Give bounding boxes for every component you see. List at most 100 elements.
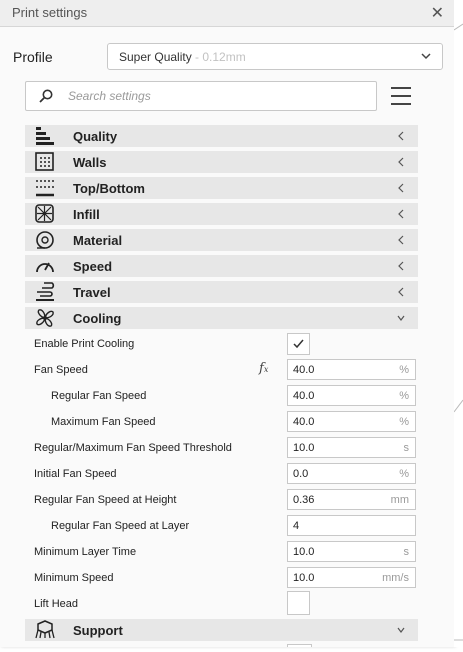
category-label: Cooling bbox=[73, 311, 122, 326]
category-infill[interactable]: Infill bbox=[25, 203, 418, 225]
cooling-icon bbox=[36, 309, 54, 327]
minimum-speed-input[interactable]: 10.0 mm/s bbox=[287, 567, 416, 588]
setting-label: Lift Head bbox=[34, 598, 79, 610]
setting-minimum-layer-time: Minimum Layer Time 10.0 s bbox=[25, 541, 418, 563]
setting-maximum-fan-speed: Maximum Fan Speed 40.0 % bbox=[25, 411, 418, 433]
category-speed[interactable]: Speed bbox=[25, 255, 418, 277]
category-travel[interactable]: Travel bbox=[25, 281, 418, 303]
field-unit: % bbox=[399, 416, 409, 428]
initial-fan-speed-input[interactable]: 0.0 % bbox=[287, 463, 416, 484]
field-value: 10.0 bbox=[293, 546, 315, 558]
field-value: 10.0 bbox=[293, 572, 315, 584]
category-label: Material bbox=[73, 233, 123, 248]
category-walls[interactable]: Walls bbox=[25, 151, 418, 173]
setting-fan-speed-at-layer: Regular Fan Speed at Layer 4 bbox=[25, 515, 418, 537]
search-input[interactable] bbox=[66, 85, 370, 107]
chevron-left-icon bbox=[398, 209, 404, 219]
category-label: Speed bbox=[73, 259, 113, 274]
setting-regular-fan-speed: Regular Fan Speed 40.0 % bbox=[25, 385, 418, 407]
setting-label: Fan Speed bbox=[34, 364, 88, 376]
fan-speed-input[interactable]: 40.0 % bbox=[287, 359, 416, 380]
field-value: 10.0 bbox=[293, 442, 315, 454]
maximum-fan-speed-input[interactable]: 40.0 % bbox=[287, 411, 416, 432]
profile-value: Super Quality - 0.12mm bbox=[119, 50, 246, 64]
setting-label: Initial Fan Speed bbox=[34, 468, 117, 480]
chevron-down-icon bbox=[397, 315, 405, 321]
setting-label: Regular Fan Speed at Layer bbox=[51, 520, 190, 532]
search-icon bbox=[39, 89, 53, 103]
settings-menu-icon[interactable] bbox=[388, 85, 414, 107]
category-label: Support bbox=[73, 623, 123, 638]
setting-label: Regular Fan Speed bbox=[51, 390, 147, 402]
lift-head-checkbox[interactable] bbox=[287, 591, 310, 615]
enable-print-cooling-checkbox[interactable] bbox=[287, 333, 310, 355]
category-quality[interactable]: Quality bbox=[25, 125, 418, 147]
chevron-left-icon bbox=[398, 131, 404, 141]
category-cooling[interactable]: Cooling bbox=[25, 307, 418, 329]
window-title: Print settings bbox=[12, 5, 88, 20]
chevron-down-icon bbox=[397, 627, 405, 633]
field-value: 40.0 bbox=[293, 416, 315, 428]
setting-label: Regular/Maximum Fan Speed Threshold bbox=[34, 442, 232, 454]
field-value: 40.0 bbox=[293, 390, 315, 402]
category-label: Walls bbox=[73, 155, 107, 170]
category-label: Top/Bottom bbox=[73, 181, 145, 196]
field-value: 0.36 bbox=[293, 494, 315, 506]
field-value: 40.0 bbox=[293, 364, 315, 376]
minimum-layer-time-input[interactable]: 10.0 s bbox=[287, 541, 416, 562]
setting-label: Maximum Fan Speed bbox=[51, 416, 156, 428]
category-label: Quality bbox=[73, 129, 118, 144]
chevron-down-icon bbox=[421, 53, 431, 60]
profile-label: Profile bbox=[13, 49, 53, 65]
material-icon bbox=[36, 231, 54, 249]
category-support[interactable]: Support bbox=[25, 619, 418, 641]
setting-label: Minimum Layer Time bbox=[34, 546, 137, 558]
print-settings-panel: Print settings ✕ Profile Super Quality -… bbox=[0, 0, 455, 647]
search-field[interactable] bbox=[25, 81, 377, 111]
support-icon bbox=[35, 620, 55, 639]
chevron-left-icon bbox=[398, 183, 404, 193]
setting-enable-print-cooling: Enable Print Cooling bbox=[25, 333, 418, 355]
category-top-bottom[interactable]: Top/Bottom bbox=[25, 177, 418, 199]
chevron-left-icon bbox=[398, 157, 404, 167]
setting-fan-speed: Fan Speed fx 40.0 % bbox=[25, 359, 418, 381]
fan-speed-threshold-input[interactable]: 10.0 s bbox=[287, 437, 416, 458]
field-value: 0.0 bbox=[293, 468, 309, 480]
setting-lift-head: Lift Head bbox=[25, 591, 418, 615]
field-unit: mm/s bbox=[382, 572, 409, 584]
function-icon[interactable]: fx bbox=[259, 361, 268, 376]
close-icon[interactable]: ✕ bbox=[431, 3, 444, 23]
field-value: 4 bbox=[293, 520, 300, 532]
category-label: Travel bbox=[73, 285, 111, 300]
regular-fan-speed-input[interactable]: 40.0 % bbox=[287, 385, 416, 406]
field-unit: % bbox=[399, 390, 409, 402]
setting-label: Regular Fan Speed at Height bbox=[34, 494, 177, 506]
setting-fan-speed-at-height: Regular Fan Speed at Height 0.36 mm bbox=[25, 489, 418, 511]
setting-minimum-speed: Minimum Speed 10.0 mm/s bbox=[25, 567, 418, 589]
profile-dropdown[interactable]: Super Quality - 0.12mm bbox=[107, 43, 443, 70]
walls-icon bbox=[35, 152, 54, 171]
setting-fan-speed-threshold: Regular/Maximum Fan Speed Threshold 10.0… bbox=[25, 437, 418, 459]
background-grid bbox=[453, 23, 463, 641]
setting-initial-fan-speed: Initial Fan Speed 0.0 % bbox=[25, 463, 418, 485]
field-unit: % bbox=[399, 468, 409, 480]
setting-label: Enable Print Cooling bbox=[34, 338, 135, 350]
fan-speed-at-height-input[interactable]: 0.36 mm bbox=[287, 489, 416, 510]
viewport-edge bbox=[453, 0, 463, 647]
quality-icon bbox=[36, 127, 54, 145]
speed-icon bbox=[36, 262, 54, 273]
travel-icon bbox=[36, 282, 55, 301]
infill-icon bbox=[35, 204, 54, 223]
title-bar: Print settings ✕ bbox=[0, 0, 454, 27]
top-bottom-icon bbox=[36, 180, 54, 197]
category-label: Infill bbox=[73, 207, 100, 222]
checkmark-icon bbox=[293, 339, 304, 349]
fan-speed-at-layer-input[interactable]: 4 bbox=[287, 515, 416, 536]
field-unit: s bbox=[403, 546, 410, 558]
field-unit: mm bbox=[390, 494, 409, 506]
chevron-left-icon bbox=[398, 235, 404, 245]
chevron-left-icon bbox=[398, 287, 404, 297]
field-unit: s bbox=[403, 442, 410, 454]
chevron-left-icon bbox=[398, 261, 404, 271]
category-material[interactable]: Material bbox=[25, 229, 418, 251]
